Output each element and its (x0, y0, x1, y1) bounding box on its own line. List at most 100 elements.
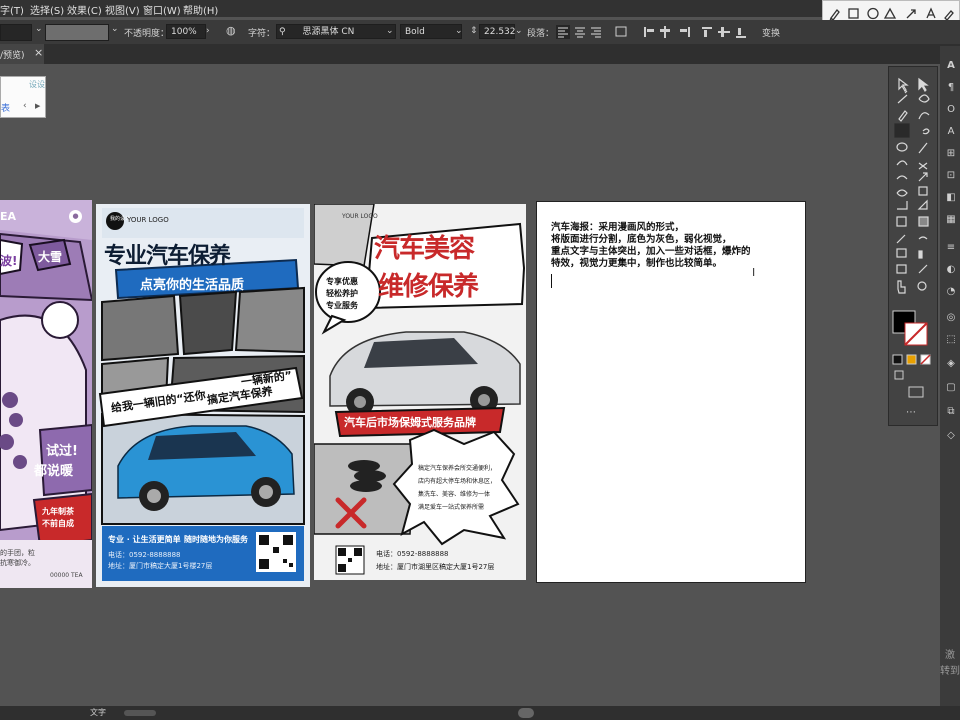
poster3-desc-1: 稿定汽车保养会所交通便利， (418, 465, 497, 472)
font-size-field[interactable]: 22.532 (479, 24, 516, 39)
stroke-panel-icon[interactable]: ≡ (944, 242, 958, 254)
status-bar: 文字 (0, 706, 960, 720)
links-panel-icon[interactable]: ⧉ (944, 406, 958, 418)
align-left-edge-icon (644, 27, 646, 37)
color-mode-black (892, 354, 903, 365)
globe-icon[interactable]: ◍ (226, 24, 236, 37)
horizontal-scrollbar-thumb[interactable] (518, 708, 534, 718)
poster1-tagline-2: 都说暖 (34, 464, 74, 479)
layers-panel-icon[interactable]: ◈ (944, 358, 958, 370)
transform-button[interactable]: 变换 (762, 26, 780, 39)
chevron-right-icon[interactable]: › (206, 26, 210, 36)
search-icon: ⚲ (279, 27, 286, 37)
text-note-line-1: 汽车海报：采用漫画风的形式， (551, 222, 685, 233)
poster3-logo: YOUR LOGO (342, 213, 378, 220)
appearance-panel-icon[interactable]: ◎ (944, 312, 958, 324)
selection-tool-icon (898, 77, 909, 92)
stepper-icon[interactable]: ⇕ (470, 26, 478, 36)
artboard-car-beauty-comic[interactable]: YOUR LOGO 汽车美容 维修保养 专享优惠 轻松养护 专业服务 汽车后市场… (314, 204, 526, 580)
menu-select[interactable]: 选择(S) (30, 2, 64, 17)
chevron-left-icon[interactable]: ‹ (23, 101, 27, 111)
scale-tool-icon (918, 172, 928, 182)
opentype-panel-icon[interactable]: O (944, 104, 958, 116)
opacity-field[interactable]: 100% (166, 24, 206, 39)
align-panel-icon[interactable]: ⊞ (944, 148, 958, 160)
document-tab[interactable]: /预览) × (0, 44, 44, 64)
font-family-field[interactable]: ⚲ 思源黑体 CN (276, 24, 396, 39)
character-panel-icon[interactable]: A (944, 60, 958, 72)
menu-bar: 字(T) 选择(S) 效果(C) 视图(V) 窗口(W) 帮助(H) (0, 0, 960, 17)
width-tool-icon (896, 189, 908, 197)
shape-builder-icon (897, 201, 908, 210)
align-right-icon (591, 27, 601, 38)
rotate-tool-icon (896, 175, 908, 180)
artboard-text-notes[interactable]: 汽车海报：采用漫画风的形式， 将版面进行分割，底色为灰色，弱化视觉， 重点文字与… (536, 201, 806, 583)
gradient-panel-icon[interactable]: ◐ (944, 264, 958, 276)
watermark-text-bottom: 转到 (940, 666, 960, 677)
poster1-note-1: 的手团，粒 (0, 549, 35, 557)
swatches-panel-icon[interactable]: ▦ (944, 214, 958, 226)
mini-panel-badge: 设设 (29, 80, 45, 89)
stroke-style-swatch[interactable] (45, 24, 109, 41)
artboard-car-maintenance-blue[interactable]: 我的设计 YOUR LOGO 专业汽车保养 点亮你的生活品质 给我一辆旧的“还你… (96, 204, 310, 587)
document-tab-label: /预览) (0, 51, 25, 61)
menu-window[interactable]: 窗口(W) (143, 2, 181, 17)
right-panel-strip: A ¶ O A ⊞ ⊡ ◧ ▦ ≡ ◐ ◔ ◎ ⬚ ◈ ▢ ⧉ ◇ 激 转到 (940, 46, 960, 706)
poster3-bullet-2: 轻松养护 (326, 289, 358, 298)
menu-type[interactable]: 字(T) (0, 2, 24, 17)
chevron-down-icon[interactable]: ⌄ (35, 24, 43, 34)
paintbrush-icon (918, 142, 928, 154)
zoom-tool-icon (917, 281, 927, 291)
scissors-icon (918, 162, 928, 170)
poster3-desc-2: 店内有超大停车场和休息区， (418, 478, 497, 485)
poster2-title: 专业汽车保养 (104, 244, 231, 269)
gradient-tool-icon (918, 216, 929, 227)
transparency-panel-icon[interactable]: ◔ (944, 286, 958, 298)
poster2-footer-service: 随时随地为你服务 (184, 535, 248, 544)
menu-view[interactable]: 视图(V) (105, 2, 140, 17)
menu-help[interactable]: 帮助(H) (183, 2, 218, 17)
font-style-field[interactable]: Bold (400, 24, 462, 39)
close-icon[interactable]: × (34, 46, 43, 59)
poster1-bubble-excl: 波! (0, 254, 18, 268)
text-note-line-3: 重点文字与主体突出，加入一些对话框，爆炸的 (551, 246, 751, 257)
font-family-value: 思源黑体 CN (302, 27, 355, 37)
menu-effect[interactable]: 效果(C) (67, 2, 102, 17)
chevron-down-icon[interactable]: ⌄ (386, 26, 394, 36)
artboards-panel-icon[interactable]: ▢ (944, 382, 958, 394)
align-objects-buttons (615, 26, 746, 38)
chevron-down-icon[interactable]: ⌄ (455, 26, 463, 36)
chevron-down-icon[interactable]: ⌄ (111, 24, 119, 34)
play-icon[interactable]: ▶ (35, 102, 40, 110)
stroke-weight-field[interactable] (0, 24, 32, 41)
poster3-phone: 电话：0592-8888888 (376, 550, 449, 558)
poster1-logo-icon: ● (69, 210, 82, 223)
artboard-align-icon (615, 26, 627, 37)
opacity-label: 不透明度： (124, 29, 170, 39)
brush-icon (944, 10, 954, 21)
text-notes-block[interactable]: 汽车海报：采用漫画风的形式， 将版面进行分割，底色为灰色，弱化视觉， 重点文字与… (551, 222, 751, 270)
direct-selection-tool-icon (918, 77, 929, 92)
paragraph-label: 段落： (527, 29, 555, 39)
transform-panel-icon[interactable]: ⊡ (944, 170, 958, 182)
status-tool-name: 文字 (90, 708, 106, 717)
text-cursor (551, 274, 552, 288)
glyphs-panel-icon[interactable]: A (944, 126, 958, 138)
poster3-title-2: 维修保养 (378, 272, 479, 302)
poster2-subtitle: 点亮你的生活品质 (140, 278, 245, 293)
paragraph-panel-icon[interactable]: ¶ (944, 82, 958, 94)
assets-panel-icon[interactable]: ◇ (944, 430, 958, 442)
free-transform-icon (918, 186, 928, 196)
triangle-icon (883, 7, 897, 19)
pathfinder-panel-icon[interactable]: ◧ (944, 192, 958, 204)
artboard-milk-tea-poster[interactable]: EA ● 大雪 波! 试过! 都说暖 九年制茶 不前自成 的手团，粒 抗寒御冷。… (0, 200, 92, 588)
align-center-icon (575, 27, 585, 38)
spiral-icon (922, 128, 930, 135)
status-scroll-thumb[interactable] (124, 710, 156, 716)
graphic-styles-panel-icon[interactable]: ⬚ (944, 334, 958, 346)
type-tool-icon (894, 123, 910, 138)
eyedropper-icon (896, 234, 906, 244)
chevron-down-icon[interactable]: ⌄ (515, 26, 523, 36)
poster2-address: 地址：厦门市稿定大厦1号楼27层 (108, 562, 213, 570)
poster1-note-2: 抗寒御冷。 (0, 559, 35, 567)
